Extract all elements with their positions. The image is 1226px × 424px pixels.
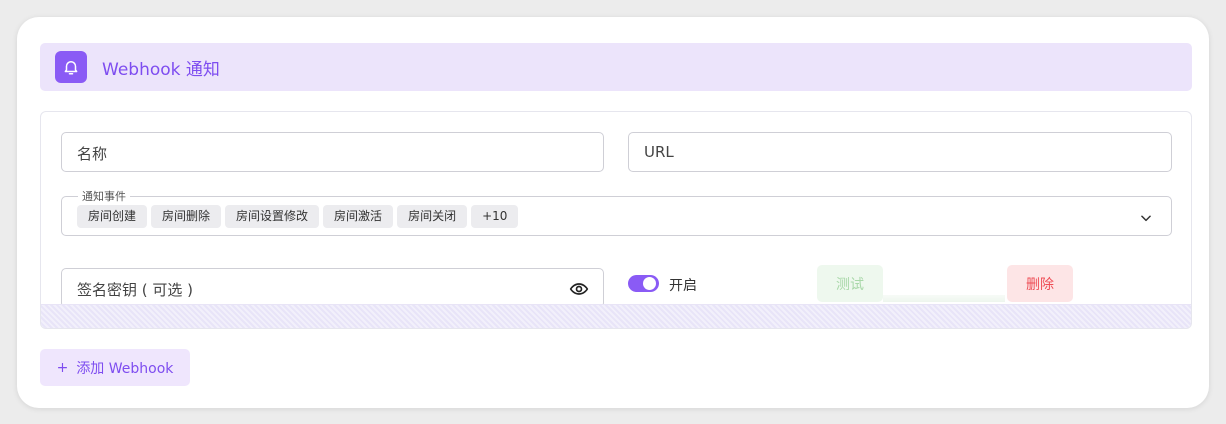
name-placeholder: 名称 (77, 145, 108, 163)
event-chip[interactable]: 房间设置修改 (225, 205, 320, 228)
event-chip[interactable]: 房间创建 (77, 205, 148, 228)
enabled-toggle[interactable] (628, 275, 659, 292)
events-label: 通知事件 (78, 188, 130, 204)
event-chips: 房间创建 房间删除 房间设置修改 房间激活 房间关闭 +10 (77, 205, 519, 228)
event-chip[interactable]: 房间激活 (323, 205, 394, 228)
delete-button[interactable]: 删除 (1007, 265, 1073, 302)
events-select[interactable]: 通知事件 房间创建 房间删除 房间设置修改 房间激活 房间关闭 +10 (61, 188, 1172, 236)
eye-icon[interactable] (569, 279, 589, 303)
name-input[interactable]: 名称 (61, 132, 604, 172)
webhook-card: Webhook 通知 名称 URL 通知事件 房间创建 房间删除 房间设置修改 … (17, 17, 1209, 408)
event-chip[interactable]: 房间关闭 (397, 205, 468, 228)
bell-icon (55, 51, 87, 83)
plus-icon: + (56, 359, 69, 376)
chevron-down-icon[interactable] (1139, 210, 1153, 229)
more-events-chip[interactable]: +10 (471, 205, 519, 228)
section-header: Webhook 通知 (40, 43, 1192, 91)
add-webhook-label: 添加 Webhook (76, 360, 174, 377)
add-webhook-button[interactable]: + 添加 Webhook (40, 349, 190, 386)
divider (883, 295, 1005, 302)
secret-placeholder: 签名密钥 ( 可选 ) (77, 281, 194, 299)
event-chip[interactable]: 房间删除 (151, 205, 222, 228)
url-input[interactable]: URL (628, 132, 1172, 172)
toggle-knob (643, 277, 656, 290)
scroll-overflow-area (41, 304, 1191, 328)
enabled-label: 开启 (669, 278, 697, 294)
test-button[interactable]: 测试 (817, 265, 883, 302)
url-placeholder: URL (644, 143, 674, 161)
webhook-entry: 名称 URL 通知事件 房间创建 房间删除 房间设置修改 房间激活 房间关闭 +… (40, 111, 1192, 329)
secret-input[interactable]: 签名密钥 ( 可选 ) (61, 268, 604, 308)
section-title: Webhook 通知 (102, 60, 220, 80)
